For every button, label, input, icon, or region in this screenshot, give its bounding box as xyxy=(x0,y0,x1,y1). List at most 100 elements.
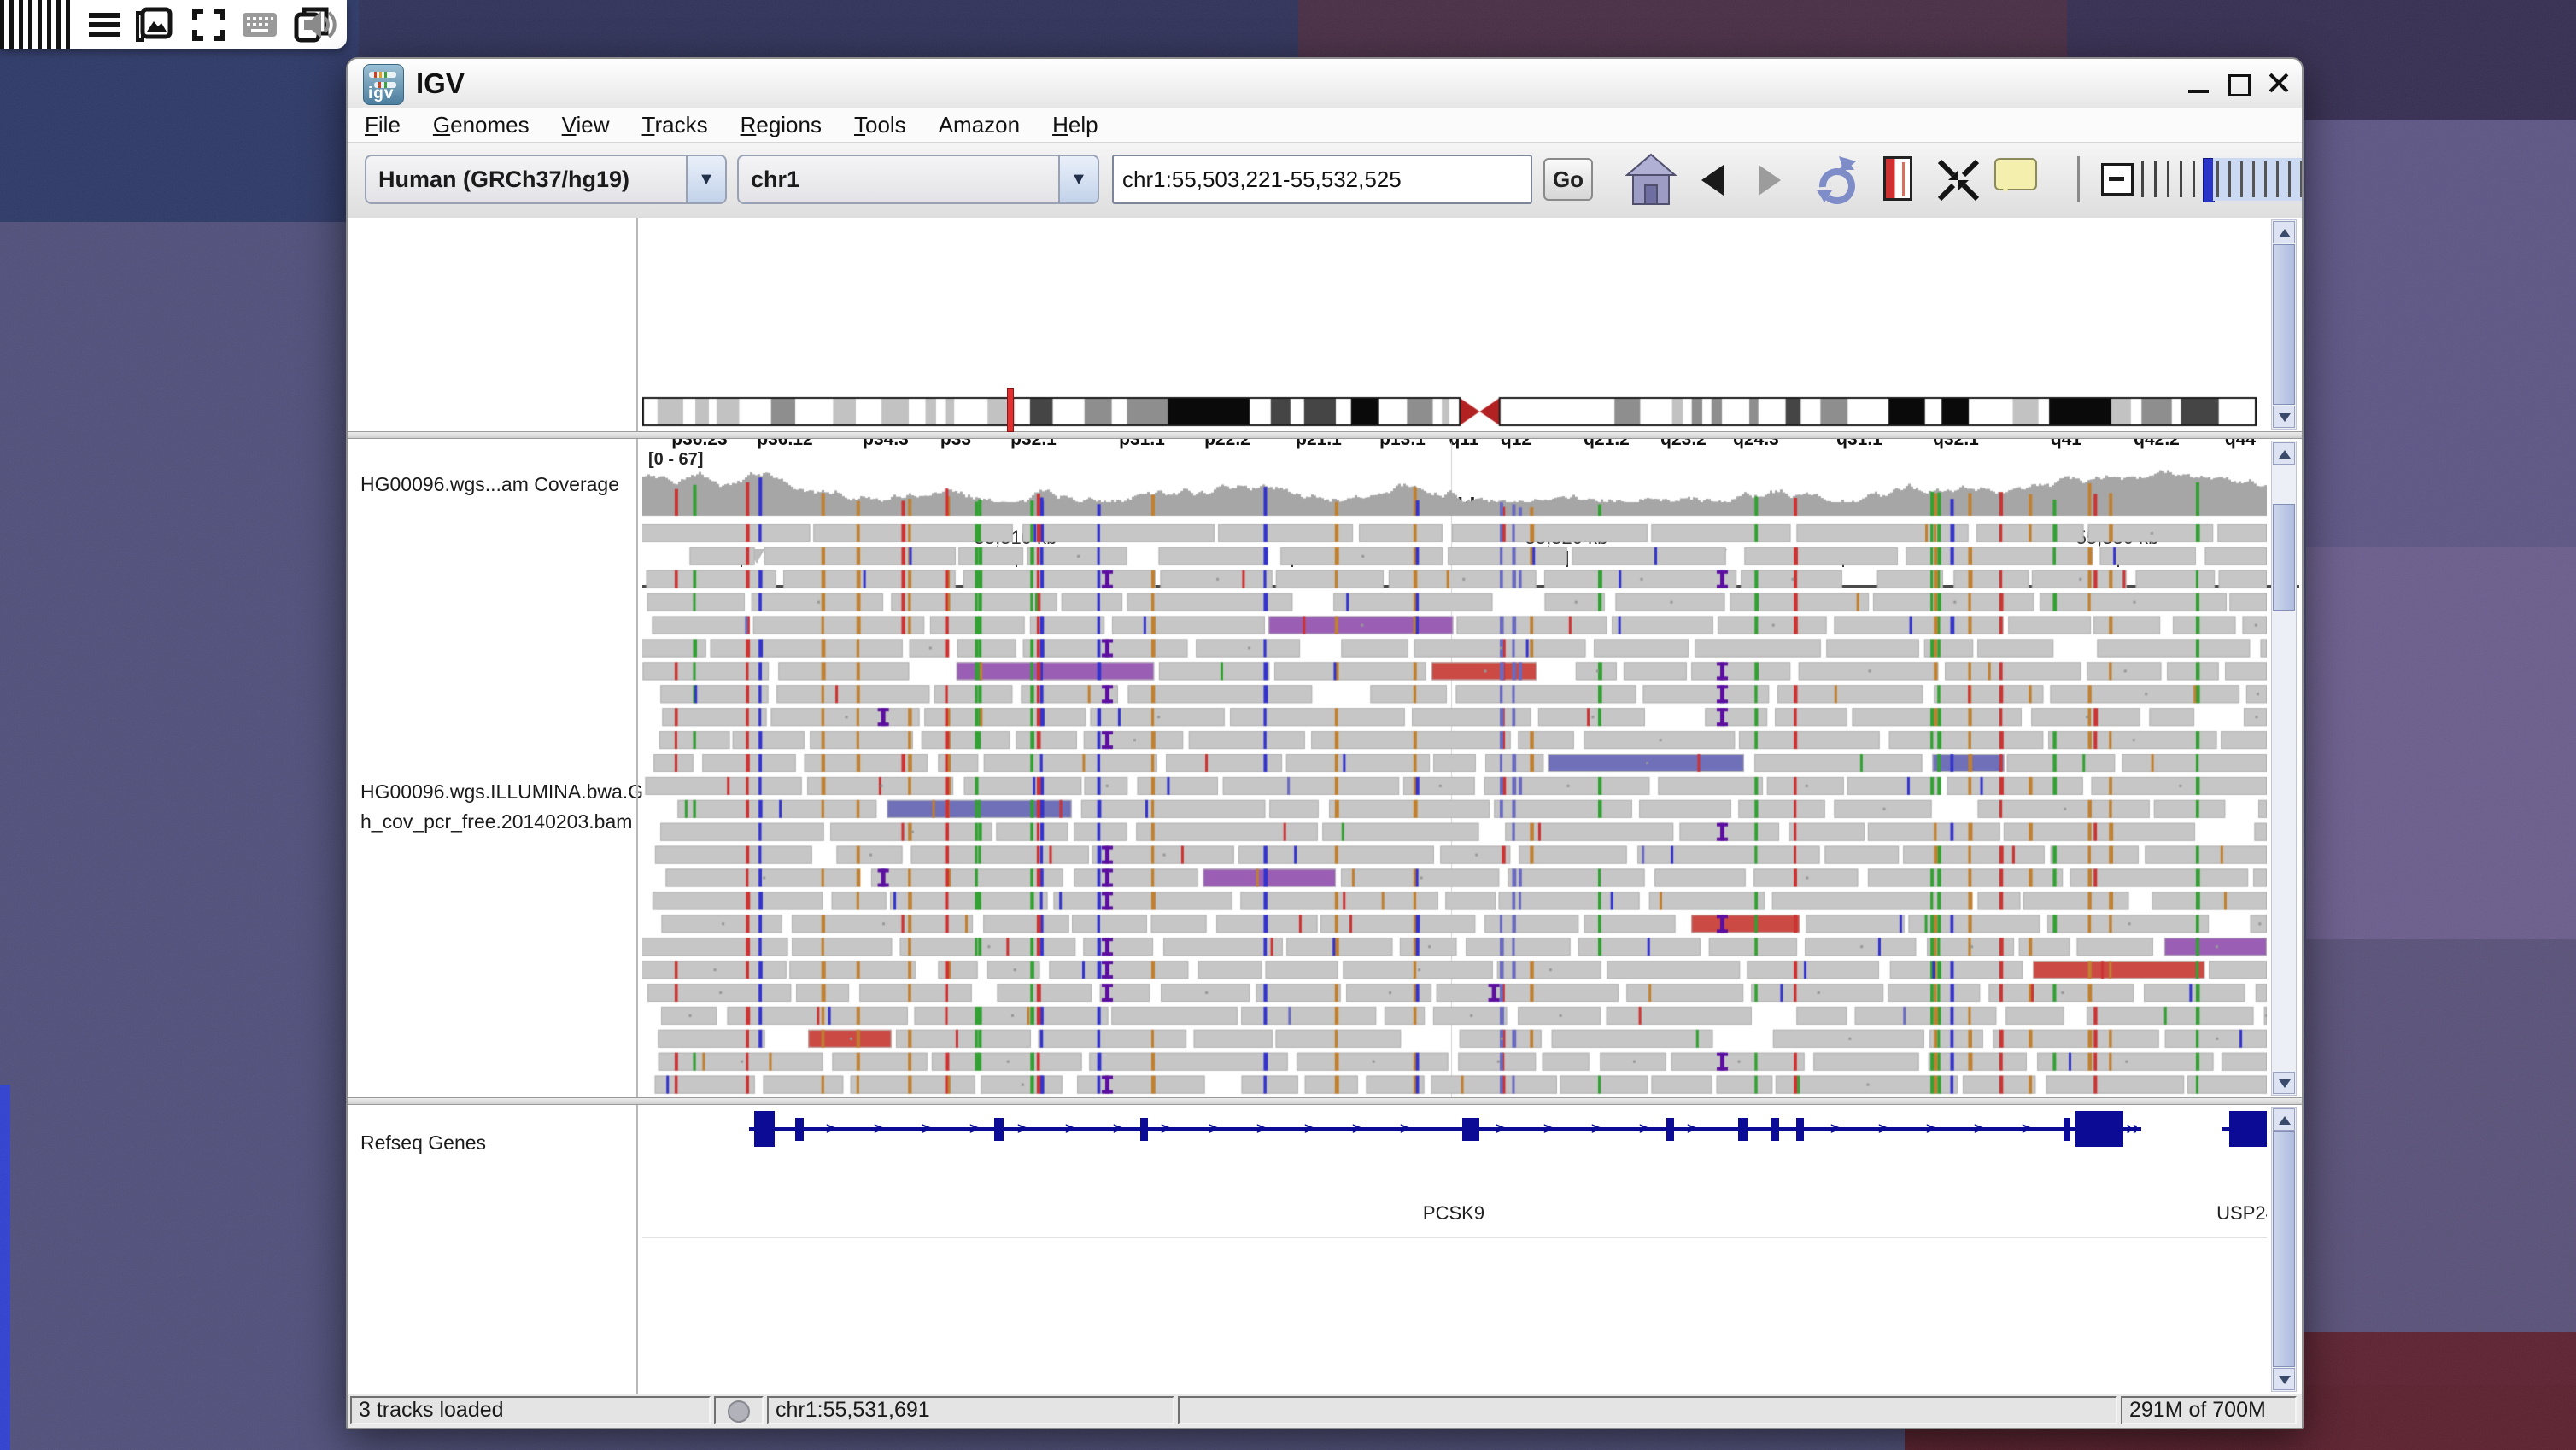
status-indicator-cell xyxy=(714,1396,764,1424)
gene-intron-arrow: > xyxy=(1974,1121,1983,1137)
desktop: { "desktop": { "panel_icons": ["menu", "… xyxy=(0,0,2576,1450)
refseq-genes-track[interactable]: >>>>>>>>>>>>>>>>>>>>>>>››PCSK9››USP24 xyxy=(642,1105,2267,1392)
gene-intron-arrow: > xyxy=(1496,1121,1505,1137)
chromosome-select[interactable]: chr1 ▼ xyxy=(737,155,1099,204)
gene-intron-arrow: > xyxy=(874,1121,883,1137)
panel-divider[interactable] xyxy=(348,431,2302,439)
menu-tools[interactable]: Tools xyxy=(854,112,906,138)
menu-bar: File Genomes View Tracks Regions Tools A… xyxy=(348,108,2302,143)
gene-intron-arrow: > xyxy=(1161,1121,1170,1137)
gene-exon[interactable] xyxy=(994,1118,1004,1141)
alignment-reads-canvas[interactable] xyxy=(642,439,2267,1097)
menu-file[interactable]: File xyxy=(365,112,401,138)
coverage-range-label: [0 - 67] xyxy=(648,450,703,470)
menu-view[interactable]: View xyxy=(562,112,610,138)
menu-regions[interactable]: Regions xyxy=(741,112,822,138)
fullscreen-icon[interactable] xyxy=(190,6,227,44)
gene-exon[interactable] xyxy=(1140,1118,1148,1141)
track-name-divider[interactable] xyxy=(636,218,638,1394)
gene-intron-arrow: > xyxy=(1304,1121,1314,1137)
genes-scrollbar[interactable] xyxy=(2271,1107,2297,1392)
gene-exon[interactable] xyxy=(2075,1111,2123,1147)
cursor-position-status: chr1:55,531,691 xyxy=(767,1396,1174,1424)
gene-intron-arrow: > xyxy=(826,1121,835,1137)
scroll-up-button[interactable] xyxy=(2273,1108,2295,1131)
keyboard-icon[interactable] xyxy=(241,6,278,44)
menu-genomes[interactable]: Genomes xyxy=(433,112,530,138)
gene-exon[interactable] xyxy=(1462,1118,1479,1141)
gene-exon[interactable] xyxy=(1796,1118,1804,1141)
minimize-button[interactable] xyxy=(2184,71,2215,96)
home-icon[interactable] xyxy=(1625,153,1677,208)
status-bar: 3 tracks loaded chr1:55,531,691 291M of … xyxy=(348,1394,2302,1428)
genome-select-value: Human (GRCh37/hg19) xyxy=(378,156,629,202)
alignment-track-name-line2[interactable]: h_cov_pcr_free.20140203.bam xyxy=(360,810,632,833)
chromosome-ideogram[interactable] xyxy=(642,391,2257,432)
coverage-track-name[interactable]: HG00096.wgs...am Coverage xyxy=(360,473,619,496)
gene-exon[interactable] xyxy=(754,1111,775,1147)
scrollbar-thumb[interactable] xyxy=(2273,1131,2295,1367)
gene-exon[interactable] xyxy=(795,1118,804,1141)
panel-divider[interactable] xyxy=(348,1097,2302,1105)
alignment-track-name-line1[interactable]: HG00096.wgs.ILLUMINA.bwa.G xyxy=(360,781,643,804)
toolbar: Human (GRCh37/hg19) ▼ chr1 ▼ Go xyxy=(348,143,2302,219)
zoom-out-button[interactable] xyxy=(2101,163,2134,196)
vnc-control-bar xyxy=(0,0,347,49)
menu-icon[interactable] xyxy=(85,6,123,44)
close-button[interactable] xyxy=(2264,71,2295,96)
chevron-down-icon[interactable]: ▼ xyxy=(686,156,725,202)
scroll-up-button[interactable] xyxy=(2273,221,2295,243)
tooltip-icon[interactable] xyxy=(1994,158,2037,190)
define-region-icon[interactable] xyxy=(1883,156,1912,201)
igv-window: igv IGV File Genomes View Tracks Regions… xyxy=(346,57,2304,1429)
chromosome-select-value: chr1 xyxy=(751,156,799,202)
go-button[interactable]: Go xyxy=(1543,158,1593,201)
gene-exon[interactable] xyxy=(1666,1118,1674,1141)
fit-to-window-icon[interactable] xyxy=(1935,156,1982,204)
scrollbar-thumb[interactable] xyxy=(2273,244,2295,405)
gene-intron-arrow: > xyxy=(1926,1121,1935,1137)
gene-intron-arrow: > xyxy=(1256,1121,1266,1137)
chevron-down-icon[interactable]: ▼ xyxy=(1058,156,1098,202)
toolbar-separator xyxy=(2077,156,2080,202)
locus-position-marker xyxy=(1007,388,1014,432)
menu-amazon[interactable]: Amazon xyxy=(939,112,1020,138)
zoom-slider-track[interactable] xyxy=(2141,161,2204,197)
gene-intron-arrow: > xyxy=(1830,1121,1840,1137)
tracks-loaded-status: 3 tracks loaded xyxy=(350,1396,711,1424)
zoom-slider-zone[interactable] xyxy=(2213,158,2302,201)
back-icon[interactable] xyxy=(1701,165,1724,196)
gene-exon[interactable] xyxy=(1738,1118,1748,1141)
refresh-icon[interactable] xyxy=(1810,153,1861,208)
menu-tracks[interactable]: Tracks xyxy=(642,112,708,138)
genes-track-name[interactable]: Refseq Genes xyxy=(360,1131,486,1155)
gene-exon[interactable] xyxy=(1771,1118,1779,1141)
desktop-patch xyxy=(2306,547,2576,939)
locus-input[interactable] xyxy=(1112,155,1532,204)
audio-speaker-icon[interactable] xyxy=(301,6,338,44)
alignment-scrollbar[interactable] xyxy=(2271,441,2297,1096)
maximize-button[interactable] xyxy=(2223,71,2254,96)
title-bar[interactable]: igv IGV xyxy=(348,59,2302,109)
gene-intron-arrow: > xyxy=(1400,1121,1409,1137)
data-panels: p36.23p36.12p34.3p33p32.1p31.1p22.2p21.1… xyxy=(348,218,2302,1394)
scroll-down-button[interactable] xyxy=(2273,1368,2295,1390)
screenshot-icon[interactable] xyxy=(135,6,173,44)
forward-icon[interactable] xyxy=(1759,165,1781,196)
gene-end-arrow: ›› xyxy=(2251,1120,2264,1136)
ruler-scrollbar[interactable] xyxy=(2271,219,2297,430)
window-title: IGV xyxy=(416,59,465,108)
menu-help[interactable]: Help xyxy=(1052,112,1098,138)
gene-intron-arrow: > xyxy=(1687,1121,1696,1137)
gene-exon[interactable] xyxy=(2064,1118,2070,1141)
gene-intron-arrow: > xyxy=(1878,1121,1888,1137)
scroll-up-button[interactable] xyxy=(2273,442,2295,465)
status-indicator xyxy=(728,1400,750,1423)
scroll-down-button[interactable] xyxy=(2273,406,2295,428)
gene-intron-arrow: > xyxy=(1065,1121,1074,1137)
message-status xyxy=(1178,1396,2117,1424)
genome-select[interactable]: Human (GRCh37/hg19) ▼ xyxy=(365,155,727,204)
drag-handle[interactable] xyxy=(0,0,73,49)
scroll-down-button[interactable] xyxy=(2273,1072,2295,1094)
scrollbar-thumb[interactable] xyxy=(2273,504,2295,611)
